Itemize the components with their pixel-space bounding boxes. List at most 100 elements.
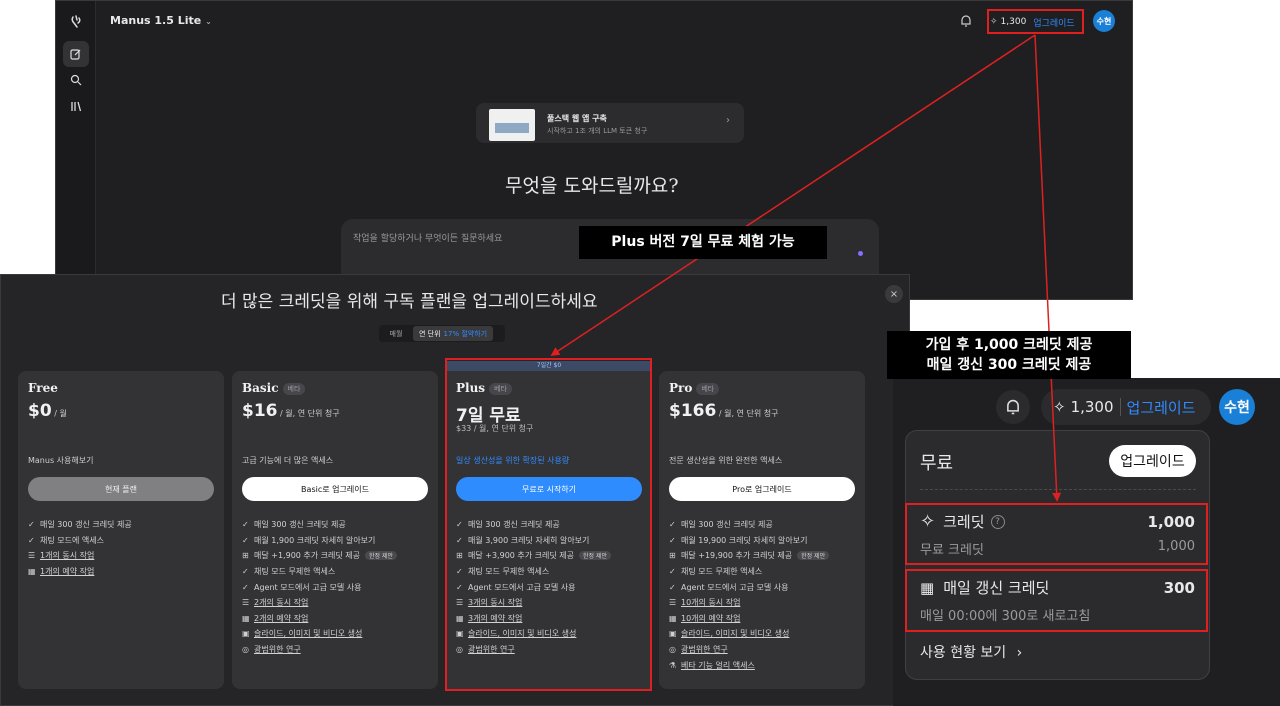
feature-list: ✓ 매일 300 갱신 크레딧 제공 ✓ 매월 1,900 크레딧 자세히 알아보기…	[242, 517, 432, 657]
plan-price: $0 / 월	[28, 401, 67, 421]
chevron-right-icon: ›	[726, 115, 730, 126]
upgrade-link[interactable]: 업그레이드	[1127, 397, 1196, 418]
library-icon[interactable]	[63, 93, 89, 119]
promo-title: 풀스택 웹 앱 구축	[547, 114, 607, 123]
list-item: ☰ 2개의 동시 작업	[242, 598, 309, 608]
list-item: ☰ 10개의 동시 작업	[669, 598, 741, 608]
chevron-down-icon: ⌄	[205, 17, 212, 26]
list-item: ▣ 슬라이드, 이미지 및 비디오 생성	[242, 629, 363, 639]
highlight-daily-row-box	[905, 569, 1208, 632]
check-icon: ✓	[669, 582, 676, 592]
plan-price: $16 / 월, 연 단위 청구	[242, 401, 340, 421]
list-item: ✓ 매월 19,900 크레딧 자세히 알아보기	[669, 535, 808, 545]
credits-badge[interactable]: ✧ 1,300 업그레이드	[1041, 389, 1211, 425]
check-icon: ✓	[669, 567, 676, 577]
check-icon: ✓	[242, 582, 249, 592]
research-icon: ◎	[669, 645, 676, 655]
toggle-yearly[interactable]: 연 단위 17% 절약하기	[413, 326, 494, 341]
manus-logo-icon[interactable]	[63, 9, 89, 35]
beta-badge: 베타	[282, 382, 306, 395]
page-headline: 무엇을 도와드릴까요?	[505, 175, 679, 197]
list-item: ▦ 10개의 예약 작업	[669, 613, 741, 623]
promo-card[interactable]: 풀스택 웹 앱 구축 시작하고 1조 개의 LLM 토큰 청구 ›	[476, 103, 744, 143]
image-icon: ▣	[242, 629, 250, 639]
check-icon: ✓	[242, 567, 249, 577]
feature-list: ✓ 매일 300 갱신 크레딧 제공 ✓ 매월 19,900 크레딧 자세히 알아보…	[669, 517, 859, 673]
image-icon: ▣	[669, 629, 677, 639]
callout-credits-line2: 매일 갱신 300 크레딧 제공	[926, 357, 1092, 373]
chevron-right-icon: ›	[1016, 645, 1023, 661]
promo-subtitle: 시작하고 1조 개의 LLM 토큰 청구	[547, 127, 648, 135]
highlight-credit-row-box	[905, 503, 1208, 565]
bell-icon[interactable]	[959, 13, 973, 32]
status-dot-icon	[858, 251, 863, 256]
calendar-icon: ▦	[242, 613, 250, 623]
flask-icon: ⚗	[669, 660, 677, 670]
upgrade-basic-button[interactable]: Basic로 업그레이드	[242, 477, 428, 501]
list-item: ▣ 슬라이드, 이미지 및 비디오 생성	[669, 629, 790, 639]
plan-name: Pro 베타	[669, 381, 720, 395]
beta-badge: 베타	[696, 382, 720, 395]
check-icon: ✓	[28, 535, 35, 545]
toggle-monthly[interactable]: 매월	[379, 329, 413, 339]
plan-description: 전문 생산성을 위한 완전한 액세스	[669, 456, 783, 465]
list-item: ⊞ 매달 +1,900 추가 크레딧 제공 한정 제안	[242, 548, 432, 564]
list-item: ▦ 2개의 예약 작업	[242, 613, 309, 623]
task-input-placeholder: 작업을 할당하거나 무엇이든 질문하세요	[353, 234, 503, 244]
upgrade-button[interactable]: 업그레이드	[1109, 445, 1196, 477]
billing-toggle: 매월 연 단위 17% 절약하기	[379, 325, 505, 342]
plan-label: 무료	[920, 453, 954, 474]
plan-description: Manus 사용해보기	[28, 456, 94, 465]
discount-label: 17% 절약하기	[443, 329, 488, 338]
plan-name: Basic 베타	[242, 381, 306, 395]
modal-title: 더 많은 크레딧을 위해 구독 플랜을 업그레이드하세요	[221, 292, 598, 312]
layers-icon: ☰	[669, 598, 677, 608]
check-icon: ✓	[28, 520, 35, 530]
list-item: ✓ Agent 모드에서 고급 모델 사용	[669, 582, 789, 592]
plan-description: 고급 기능에 더 많은 액세스	[242, 456, 334, 465]
current-plan-button[interactable]: 현재 플랜	[28, 477, 214, 501]
usage-link[interactable]: 사용 현황 보기 ›	[920, 642, 1022, 662]
list-item: ◎ 광범위한 연구	[242, 645, 301, 655]
calendar-icon: ▦	[669, 613, 677, 623]
list-item: ▦ 1개의 예약 작업	[28, 567, 95, 577]
list-item: ✓ 매일 300 갱신 크레딧 제공	[242, 520, 346, 530]
list-item: ✓ Agent 모드에서 고급 모델 사용	[242, 582, 362, 592]
sidebar	[56, 1, 96, 299]
highlight-plus-box	[445, 358, 652, 691]
plan-card-basic: Basic 베타 $16 / 월, 연 단위 청구 고급 기능에 더 많은 액세스…	[232, 371, 438, 689]
list-item: ✓ 채팅 모드 무제한 액세스	[242, 567, 336, 577]
bell-icon[interactable]	[996, 390, 1030, 424]
sparkle-icon: ✧	[1053, 398, 1066, 416]
list-item: ✓ 채팅 모드 무제한 액세스	[669, 567, 763, 577]
plan-card-free: Free $0 / 월 Manus 사용해보기 현재 플랜 ✓ 매일 300 갱신…	[18, 371, 224, 689]
layers-icon: ☰	[28, 551, 36, 561]
check-icon: ✓	[669, 535, 676, 545]
limited-offer-badge: 한정 제안	[365, 551, 398, 561]
list-item: ✓ 매일 300 갱신 크레딧 제공	[669, 520, 773, 530]
close-icon[interactable]: ×	[885, 285, 903, 303]
list-item: ✓ 매일 300 갱신 크레딧 제공	[28, 520, 132, 530]
plan-card-pro: Pro 베타 $166 / 월, 연 단위 청구 전문 생산성을 위한 완전한 액…	[659, 371, 865, 689]
limited-offer-badge: 한정 제안	[797, 551, 830, 561]
list-item: ◎ 광범위한 연구	[669, 645, 728, 655]
avatar[interactable]: 수현	[1219, 389, 1255, 425]
model-name: Manus 1.5 Lite	[110, 14, 202, 27]
list-item: ⚗ 베타 기능 얼리 액세스	[669, 660, 755, 670]
highlight-credits-box	[987, 9, 1084, 34]
new-task-icon[interactable]	[63, 41, 89, 67]
avatar[interactable]: 수현	[1093, 10, 1115, 32]
list-item: ✓ 채팅 모드에 액세스	[28, 535, 104, 545]
model-selector[interactable]: Manus 1.5 Lite ⌄	[110, 14, 212, 27]
list-item: ☰ 1개의 동시 작업	[28, 551, 95, 561]
search-icon[interactable]	[63, 67, 89, 93]
list-item: ⊞ 매달 +19,900 추가 크레딧 제공 한정 제안	[669, 548, 859, 564]
upgrade-pro-button[interactable]: Pro로 업그레이드	[669, 477, 855, 501]
gift-icon: ⊞	[669, 551, 676, 561]
list-item: ✓ 매월 1,900 크레딧 자세히 알아보기	[242, 535, 376, 545]
gift-icon: ⊞	[242, 551, 249, 561]
toggle-yearly-label: 연 단위	[419, 329, 441, 338]
check-icon: ✓	[669, 520, 676, 530]
layers-icon: ☰	[242, 598, 250, 608]
callout-credits: 가입 후 1,000 크레딧 제공 매일 갱신 300 크레딧 제공	[887, 331, 1131, 379]
